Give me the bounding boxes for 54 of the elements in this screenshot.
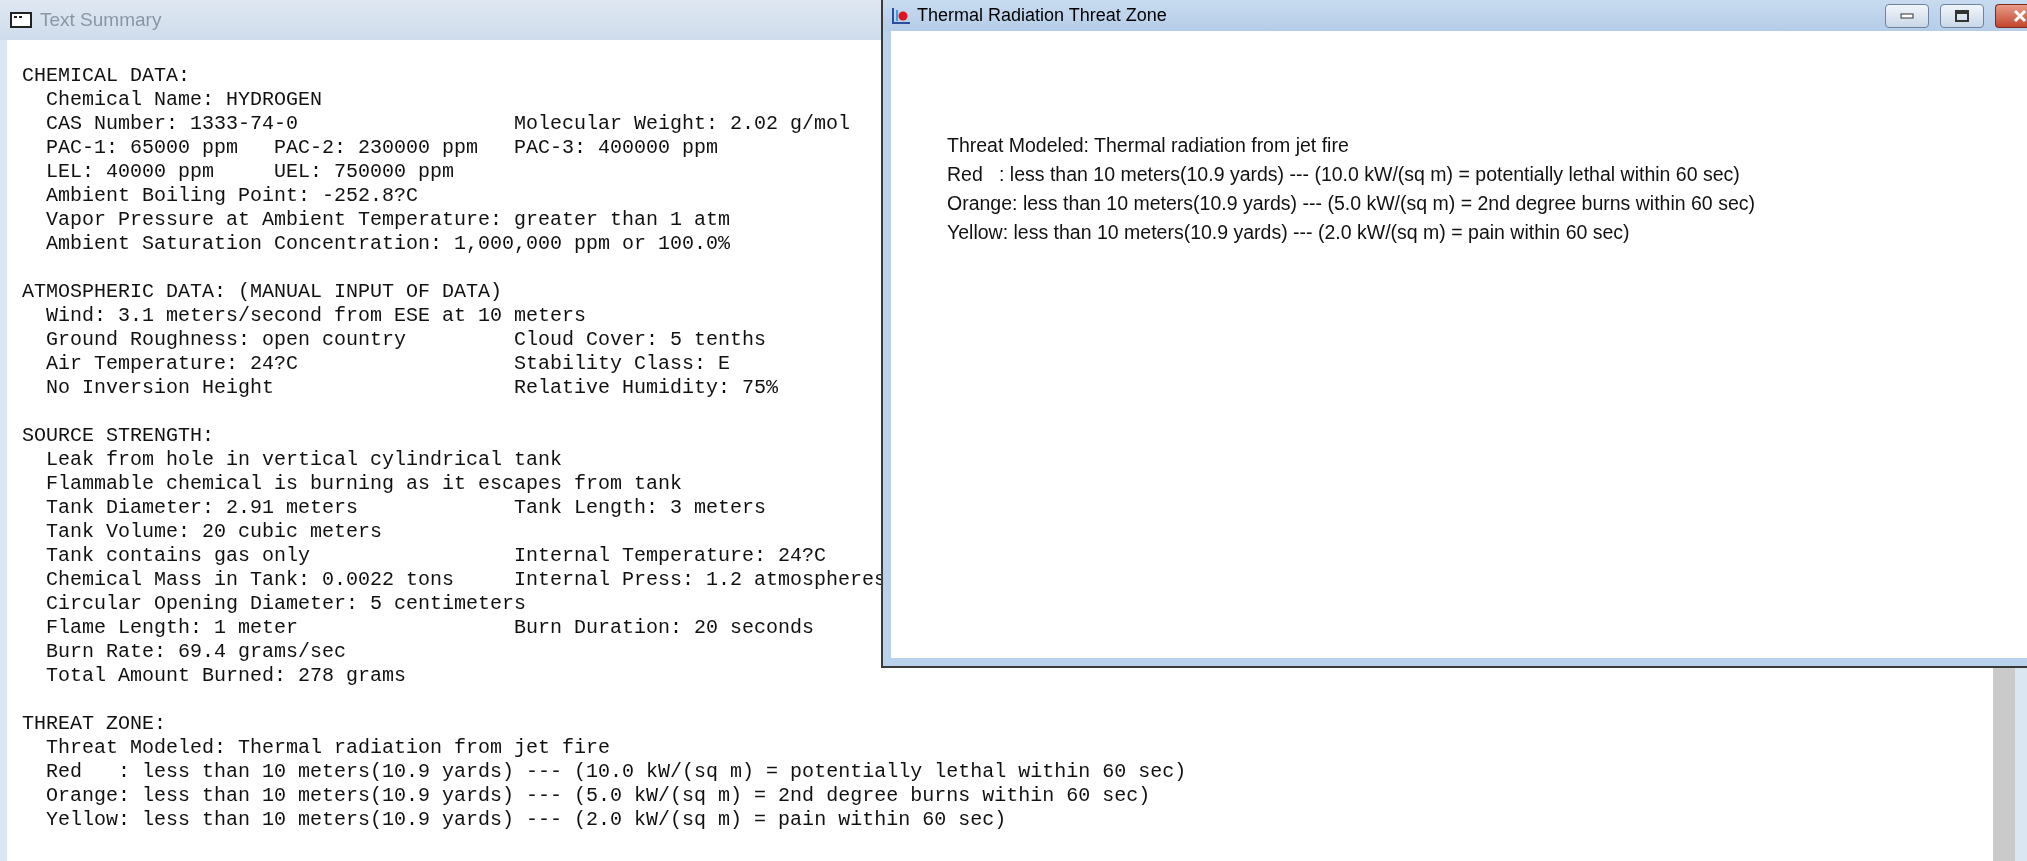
summary-text: CAS Number: 1333-74-0 — [46, 112, 299, 136]
summary-text: PAC-2: 230000 ppm — [274, 136, 479, 160]
summary-text: PAC-1: 65000 ppm — [46, 136, 239, 160]
threat-text: Red : less than 10 meters(10.9 yards) --- (10.0 kW/(sq m) = potentially lethal within 60 sec) — [947, 163, 1740, 185]
summary-text: Yellow: less than 10 meters(10.9 yards) --- (2.0 kW/(sq m) = pain within 60 sec) — [46, 808, 1007, 832]
summary-text: Tank Diameter: 2.91 meters — [46, 496, 359, 520]
summary-text: Tank contains gas only — [46, 544, 311, 568]
summary-text: Ground Roughness: open country — [46, 328, 407, 352]
summary-text: Chemical Name: HYDROGEN — [46, 88, 323, 112]
summary-text: Vapor Pressure at Ambient Temperature: greater than 1 atm — [46, 208, 731, 232]
summary-text: Orange: less than 10 meters(10.9 yards) --- (5.0 kW/(sq m) = 2nd degree burns within 60 sec) — [46, 784, 1151, 808]
summary-text: Chemical Mass in Tank: 0.0022 tons — [46, 568, 455, 592]
summary-text: Ambient Saturation Concentration: 1,000,000 ppm or 100.0% — [46, 232, 731, 256]
summary-text: Red : less than 10 meters(10.9 yards) --- (10.0 kW/(sq m) = potentially lethal within 60 sec) — [46, 760, 1187, 784]
summary-text: Stability Class: E — [514, 352, 731, 376]
maximize-icon — [1955, 9, 1969, 22]
summary-text: Ambient Boiling Point: -252.8?C — [46, 184, 419, 208]
minimize-icon — [1900, 12, 1914, 19]
summary-text: Flame Length: 1 meter — [46, 616, 299, 640]
summary-text: Burn Rate: 69.4 grams/sec — [46, 640, 347, 664]
section-heading: ATMOSPHERIC DATA: (MANUAL INPUT OF DATA) — [22, 280, 503, 304]
summary-text: Total Amount Burned: 278 grams — [46, 664, 407, 688]
summary-text: Tank Volume: 20 cubic meters — [46, 520, 383, 544]
summary-text: LEL: 40000 ppm — [46, 160, 215, 184]
summary-text: UEL: 750000 ppm — [274, 160, 455, 184]
summary-text: Leak from hole in vertical cylindrical tank — [46, 448, 563, 472]
summary-text: Cloud Cover: 5 tenths — [514, 328, 767, 352]
threat-text: Orange: less than 10 meters(10.9 yards) --- (5.0 kW/(sq m) = 2nd degree burns within 60 sec) — [947, 192, 1755, 214]
summary-text: Internal Temperature: 24?C — [514, 544, 827, 568]
summary-text: Wind: 3.1 meters/second from ESE at 10 meters — [46, 304, 587, 328]
chart-icon — [891, 6, 911, 25]
maximize-button[interactable] — [1940, 3, 1984, 28]
section-heading: THREAT ZONE: — [22, 712, 167, 736]
summary-text: Tank Length: 3 meters — [514, 496, 767, 520]
threat-text: Yellow: less than 10 meters(10.9 yards) --- (2.0 kW/(sq m) = pain within 60 sec) — [947, 221, 1630, 243]
close-icon — [2012, 8, 2027, 23]
summary-text: Circular Opening Diameter: 5 centimeters — [46, 592, 527, 616]
minimize-button[interactable] — [1885, 3, 1929, 28]
summary-text: Burn Duration: 20 seconds — [514, 616, 815, 640]
summary-text: Relative Humidity: 75% — [514, 376, 779, 400]
summary-text: Air Temperature: 24?C — [46, 352, 299, 376]
scrollbar[interactable] — [1993, 667, 2015, 861]
window-title: Text Summary — [40, 9, 162, 31]
summary-text: Molecular Weight: 2.02 g/mol — [514, 112, 851, 136]
summary-text: PAC-3: 400000 ppm — [514, 136, 719, 160]
section-heading: CHEMICAL DATA: — [22, 64, 191, 88]
section-heading: SOURCE STRENGTH: — [22, 424, 215, 448]
summary-text: Threat Modeled: Thermal radiation from jet fire — [46, 736, 611, 760]
threat-text: Threat Modeled: Thermal radiation from jet fire — [947, 134, 1349, 156]
window-title: Thermal Radiation Threat Zone — [917, 5, 1167, 26]
summary-text: Internal Press: 1.2 atmospheres — [514, 568, 887, 592]
summary-text: No Inversion Height — [46, 376, 275, 400]
window-icon — [10, 12, 32, 28]
summary-text: Flammable chemical is burning as it escapes from tank — [46, 472, 683, 496]
